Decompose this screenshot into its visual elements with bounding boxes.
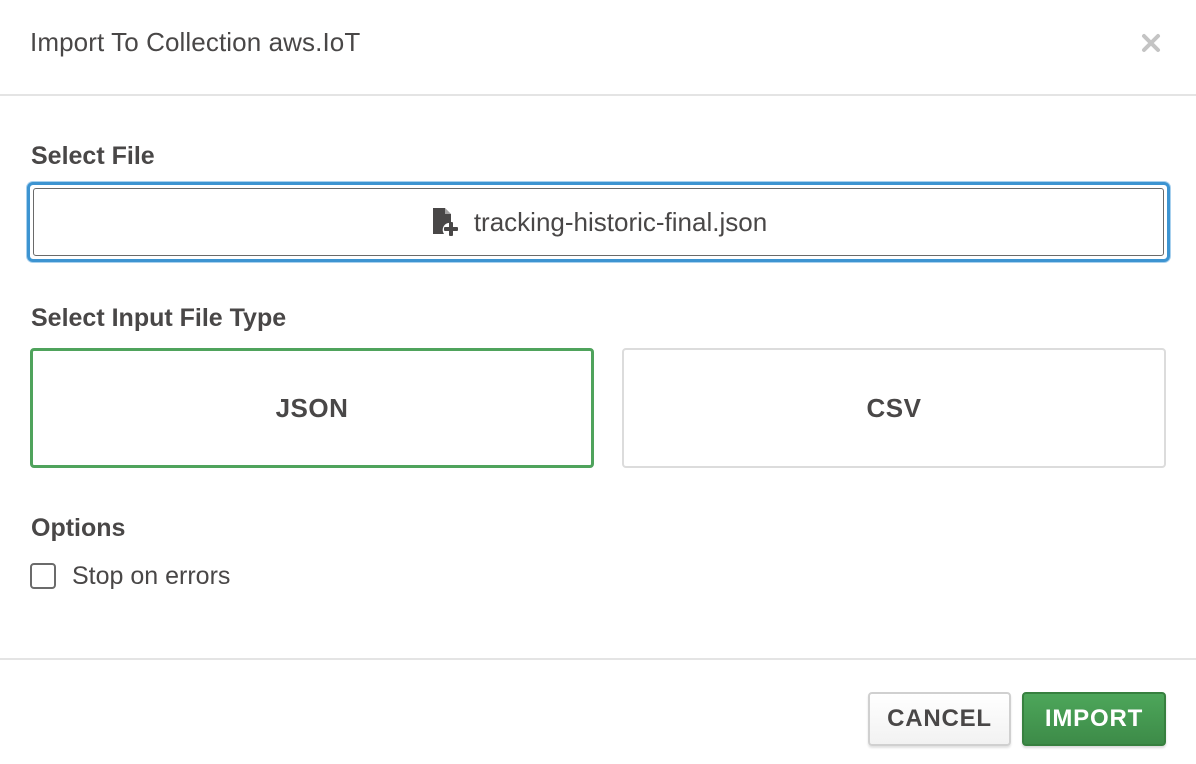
dialog-footer: CANCEL IMPORT (0, 658, 1196, 764)
file-name: tracking-historic-final.json (473, 206, 768, 237)
cancel-button[interactable]: CANCEL (868, 692, 1011, 746)
file-select-button[interactable]: tracking-historic-final.json (27, 182, 1170, 262)
dialog-title: Import To Collection aws.IoT (30, 27, 361, 57)
import-button[interactable]: IMPORT (1022, 692, 1166, 746)
stop-on-errors-option: Stop on errors (30, 560, 230, 592)
json-type-button[interactable]: JSON (30, 348, 594, 468)
dialog-header: Import To Collection aws.IoT (0, 0, 1196, 96)
stop-on-errors-checkbox[interactable] (30, 563, 56, 589)
select-file-label: Select File (31, 142, 155, 170)
options-label: Options (31, 514, 126, 542)
csv-type-button[interactable]: CSV (622, 348, 1166, 468)
stop-on-errors-label: Stop on errors (72, 561, 231, 590)
file-add-icon (432, 208, 458, 236)
file-type-label: Select Input File Type (31, 304, 287, 332)
import-dialog: Import To Collection aws.IoT Select File… (0, 0, 1196, 764)
close-button[interactable] (1136, 28, 1166, 58)
close-icon (1142, 34, 1160, 52)
